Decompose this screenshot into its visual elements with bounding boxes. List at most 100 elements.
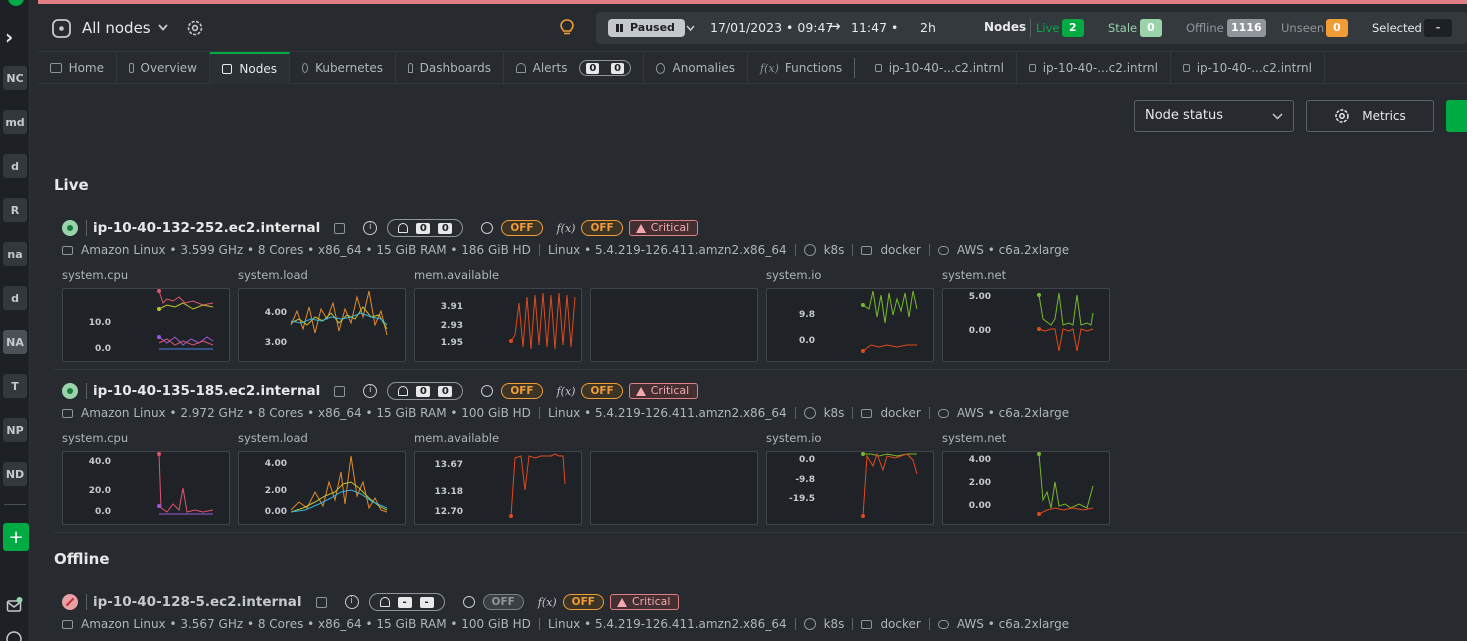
metrics-button[interactable]: Metrics xyxy=(1306,100,1434,132)
gear-icon[interactable] xyxy=(186,19,204,37)
node-alerts-badge[interactable]: - - xyxy=(368,593,445,611)
external-link-icon[interactable] xyxy=(334,222,346,234)
external-link-icon[interactable] xyxy=(315,596,327,608)
anomaly-toggle[interactable]: OFF xyxy=(501,220,543,236)
range-end: 11:47 • xyxy=(851,20,899,35)
space-button[interactable]: ND xyxy=(3,462,27,486)
chart-io[interactable]: 9.8 0.0 xyxy=(766,288,934,362)
offline-label[interactable]: Offline xyxy=(1186,21,1224,35)
anomaly-toggle[interactable]: OFF xyxy=(482,594,524,610)
chart-load[interactable]: 4.00 3.00 xyxy=(238,288,406,362)
tab-home[interactable]: Home xyxy=(38,52,117,84)
offline-count-badge[interactable]: 1116 xyxy=(1227,19,1266,37)
node-alerts-badge[interactable]: 0 0 xyxy=(387,219,464,237)
selected-count-badge[interactable]: - xyxy=(1424,19,1452,37)
y-tick: 0.0 xyxy=(95,507,111,517)
space-button[interactable]: T xyxy=(3,374,27,398)
node-header: ip-10-40-128-5.ec2.internal i - - OFF f(… xyxy=(62,592,680,612)
range-duration: 2h xyxy=(920,20,936,35)
info-icon[interactable]: i xyxy=(344,595,359,609)
y-tick: 3.00 xyxy=(265,338,287,348)
chart-title: system.net xyxy=(942,431,1007,445)
add-space-button[interactable]: + xyxy=(3,523,29,551)
server-icon xyxy=(875,64,882,72)
space-button[interactable]: md xyxy=(3,110,27,134)
room-title[interactable]: All nodes xyxy=(82,19,151,37)
node-name[interactable]: ip-10-40-135-185.ec2.internal xyxy=(93,383,320,399)
chart-load[interactable]: 4.00 2.00 0.00 xyxy=(238,451,406,525)
chart-io[interactable]: 0.0 -9.8 -19.5 xyxy=(766,451,934,525)
y-tick: 0.0 xyxy=(799,455,815,465)
node-kernel-info: Linux • 5.4.219-126.411.amzn2.x86_64 xyxy=(547,243,787,257)
node-name[interactable]: ip-10-40-128-5.ec2.internal xyxy=(93,594,302,610)
info-icon[interactable]: i xyxy=(363,221,378,235)
tab-alerts[interactable]: Alerts 0 0 xyxy=(504,52,644,84)
node-name[interactable]: ip-10-40-132-252.ec2.internal xyxy=(93,220,320,236)
stale-count-badge[interactable]: 0 xyxy=(1140,19,1162,37)
tab-dashboards[interactable]: Dashboards xyxy=(396,52,504,84)
tab-node[interactable]: ip-10-40-...c2.intrnl xyxy=(1017,52,1171,84)
chart-title: system.cpu xyxy=(62,268,129,282)
tab-kubernetes[interactable]: Kubernetes xyxy=(290,52,396,84)
server-icon xyxy=(1183,64,1190,72)
time-range-picker[interactable]: Paused 17/01/2023 • 09:47 → 11:47 • 2h xyxy=(596,12,978,44)
room-icon[interactable] xyxy=(52,19,72,39)
netdata-logo[interactable] xyxy=(8,0,24,6)
space-button[interactable]: na xyxy=(3,242,27,266)
space-button[interactable]: d xyxy=(3,154,27,178)
anomaly-search-icon xyxy=(481,385,494,397)
inbox-icon[interactable] xyxy=(6,596,24,614)
space-button[interactable]: d xyxy=(3,286,27,310)
add-nodes-button[interactable] xyxy=(1446,100,1467,132)
tab-node[interactable]: ip-10-40-...c2.intrnl xyxy=(863,52,1017,84)
main-area: All nodes Paused 17/01/2023 • 09:47 → 11… xyxy=(38,4,1467,641)
nodes-label: Nodes xyxy=(984,20,1027,34)
critical-status-badge[interactable]: Critical xyxy=(628,220,699,236)
unseen-count-badge[interactable]: 0 xyxy=(1326,19,1348,37)
tab-functions[interactable]: f(x) Functions xyxy=(748,52,848,84)
plus-icon: + xyxy=(8,526,24,548)
live-count-badge[interactable]: 2 xyxy=(1062,19,1084,37)
anomaly-toggle[interactable]: OFF xyxy=(501,383,543,399)
expand-sidebar-icon[interactable]: › xyxy=(5,25,13,49)
chart-cpu[interactable]: 10.0 0.0 xyxy=(62,288,230,362)
tab-anomalies[interactable]: Anomalies xyxy=(644,52,748,84)
selected-label[interactable]: Selected xyxy=(1372,21,1422,35)
chart-mem[interactable]: 3.91 2.93 1.95 xyxy=(414,288,582,362)
critical-status-badge[interactable]: Critical xyxy=(628,383,699,399)
cloud-icon xyxy=(937,619,949,629)
functions-toggle[interactable]: OFF xyxy=(581,383,623,399)
chart-cpu[interactable]: 40.0 20.0 0.0 xyxy=(62,451,230,525)
chevron-down-icon[interactable] xyxy=(158,24,168,32)
critical-status-badge[interactable]: Critical xyxy=(609,594,680,610)
lightbulb-icon[interactable] xyxy=(558,18,576,38)
chevron-down-icon[interactable] xyxy=(686,25,695,32)
unseen-label[interactable]: Unseen xyxy=(1281,21,1324,35)
info-icon[interactable]: i xyxy=(363,384,378,398)
critical-count: 0 xyxy=(416,385,431,397)
chart-empty[interactable] xyxy=(590,451,758,525)
functions-toggle[interactable]: OFF xyxy=(581,220,623,236)
functions-toggle[interactable]: OFF xyxy=(562,594,604,610)
tab-overview[interactable]: Overview xyxy=(117,52,210,84)
stale-label[interactable]: Stale xyxy=(1108,21,1137,35)
y-tick: 2.00 xyxy=(969,478,991,488)
space-button[interactable]: R xyxy=(3,198,27,222)
chart-mem[interactable]: 13.67 13.18 12.70 xyxy=(414,451,582,525)
chart-empty[interactable] xyxy=(590,288,758,362)
y-tick: 20.0 xyxy=(89,486,111,496)
space-button-active[interactable]: NA xyxy=(3,330,27,354)
help-icon[interactable] xyxy=(6,630,24,641)
tab-nodes[interactable]: Nodes xyxy=(210,52,290,84)
chart-net[interactable]: 4.00 2.00 0.00 xyxy=(942,451,1110,525)
space-button[interactable]: NC xyxy=(3,66,27,90)
live-label[interactable]: Live xyxy=(1036,21,1059,35)
space-button[interactable]: NP xyxy=(3,418,27,442)
tab-node[interactable]: ip-10-40-...c2.intrnl xyxy=(1171,52,1325,84)
group-by-select[interactable]: Node status xyxy=(1134,100,1294,132)
chart-net[interactable]: 5.00 0.00 xyxy=(942,288,1110,362)
external-link-icon[interactable] xyxy=(334,385,346,397)
node-alerts-badge[interactable]: 0 0 xyxy=(387,382,464,400)
play-pause-toggle[interactable]: Paused xyxy=(608,19,685,37)
node-k8s-label: k8s xyxy=(823,406,845,420)
